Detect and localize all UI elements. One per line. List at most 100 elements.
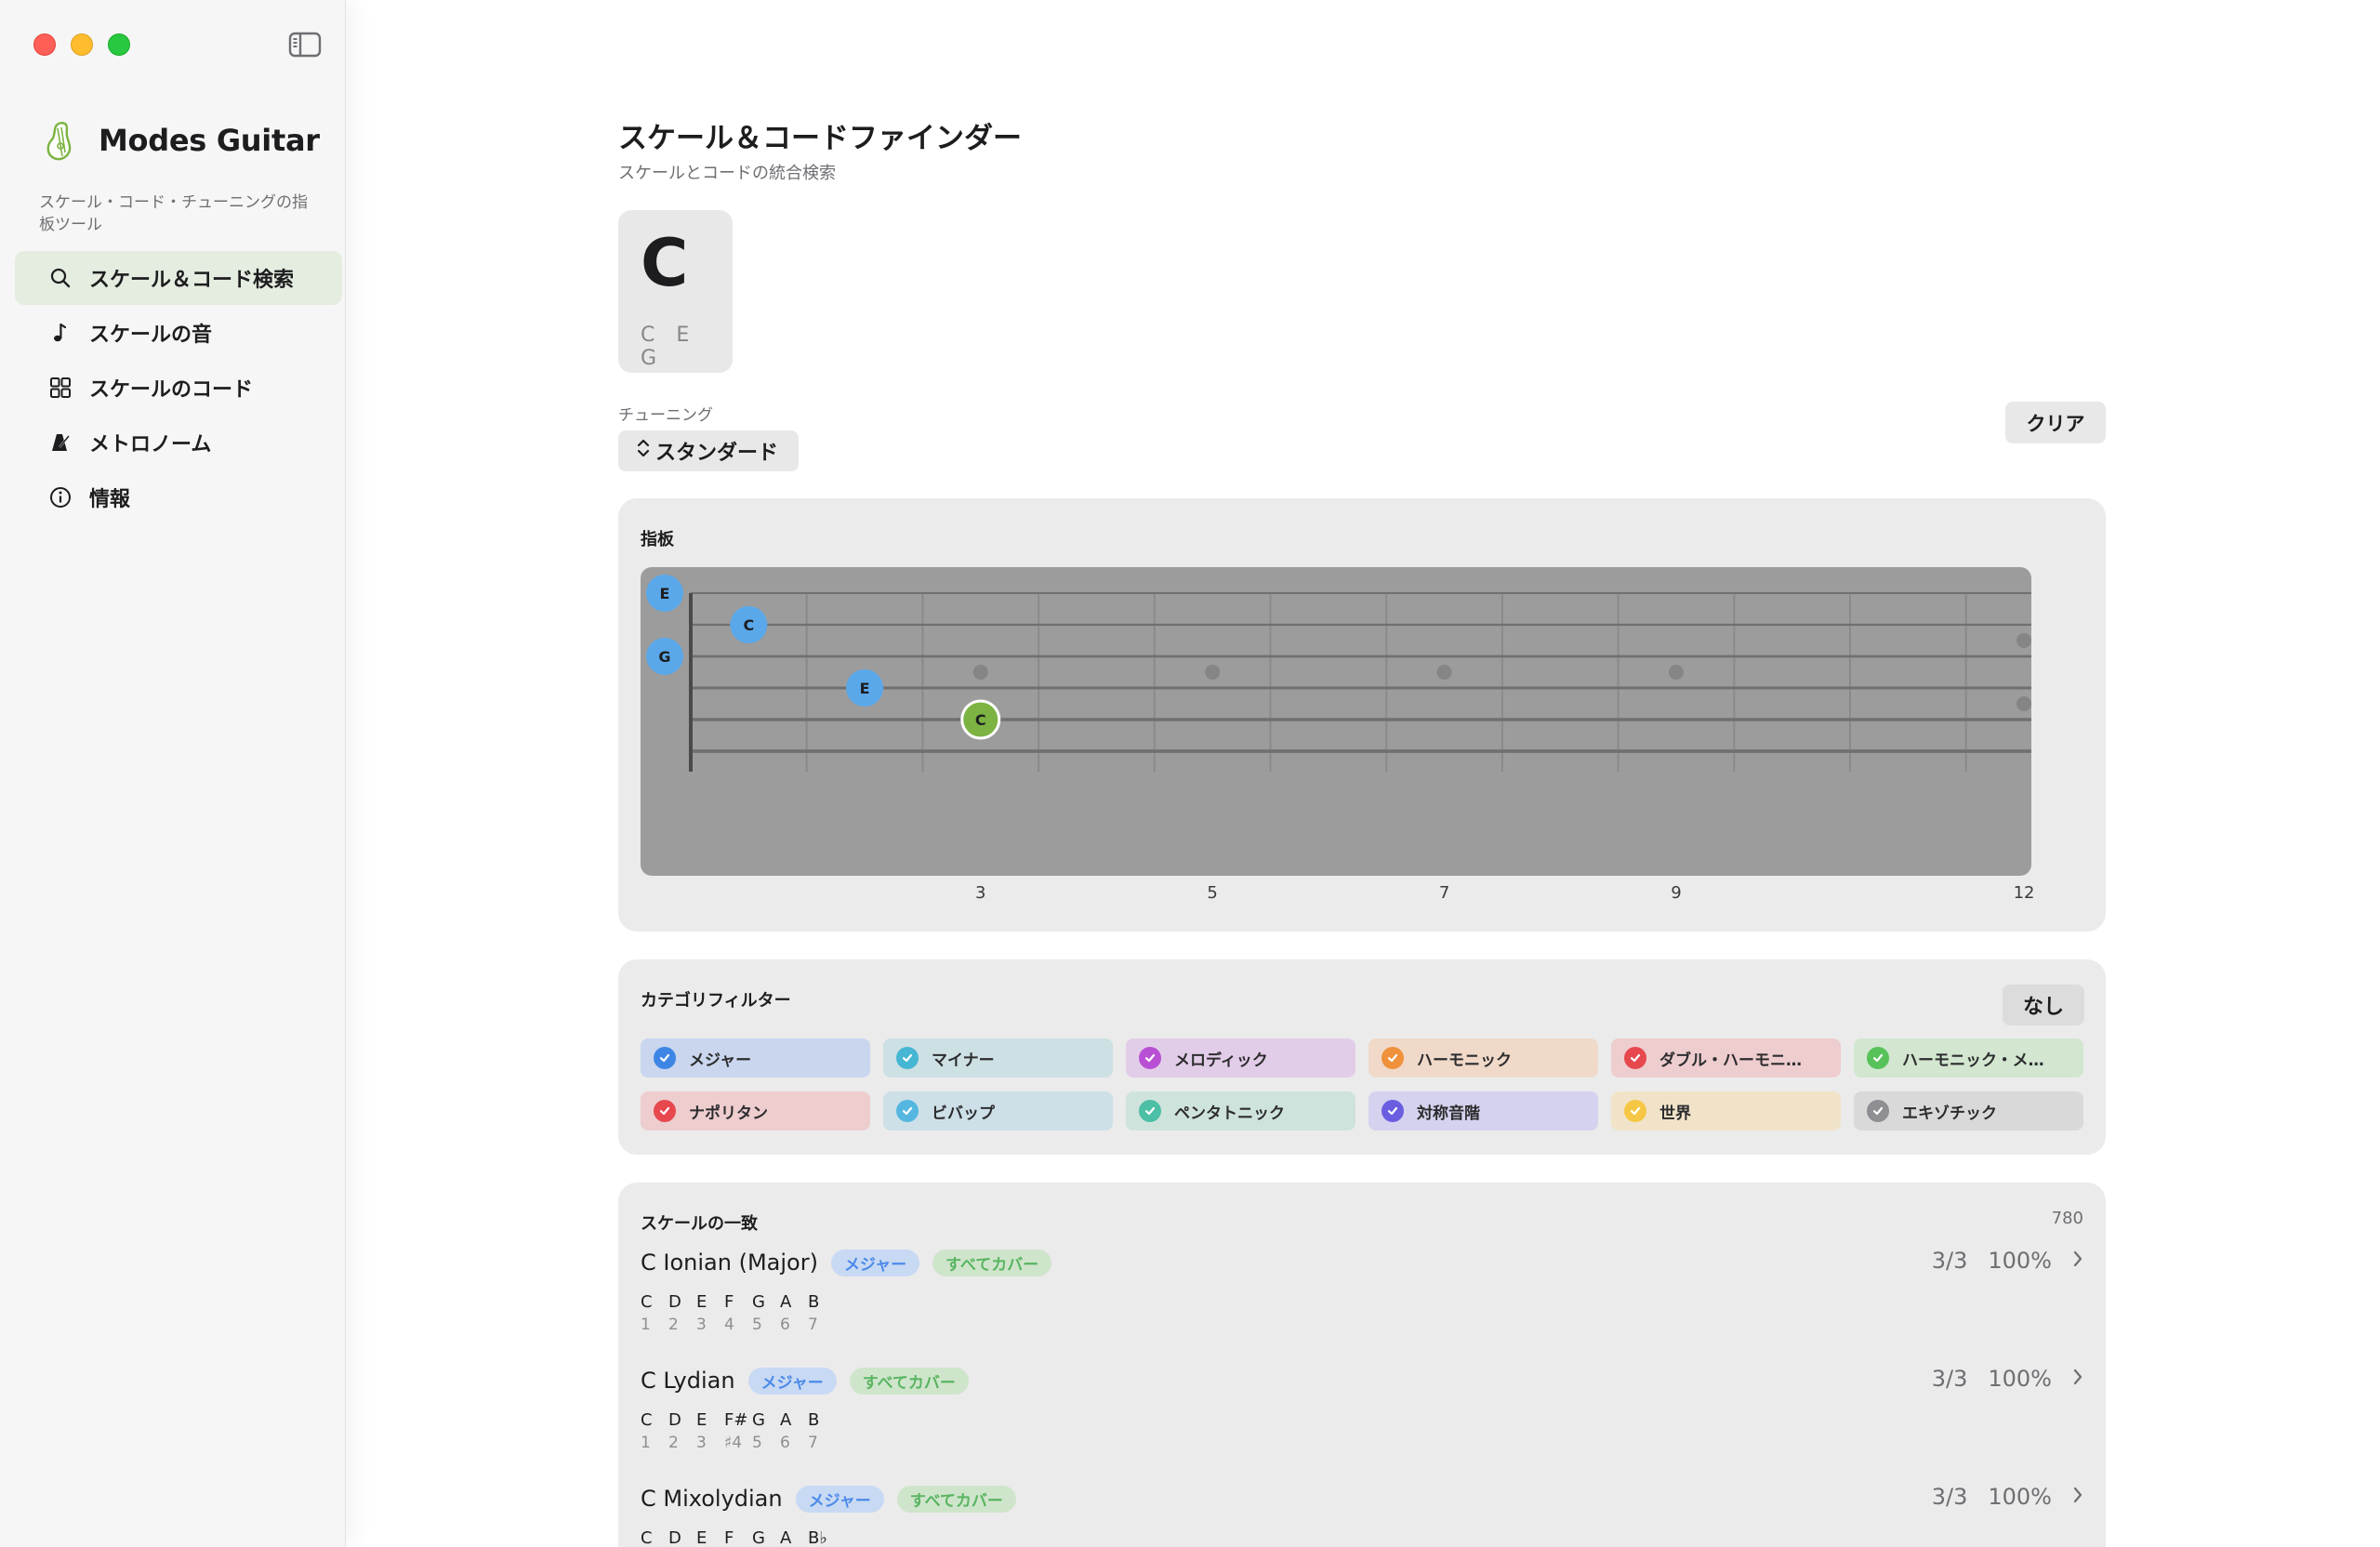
checkmark-icon: [1867, 1047, 1889, 1069]
category-chip-label: ペンタトニック: [1174, 1104, 1285, 1123]
sidebar-item-info[interactable]: 情報: [15, 470, 342, 524]
grid-icon: [48, 376, 73, 400]
note-marker-label: E: [660, 585, 670, 602]
clear-button[interactable]: クリア: [2005, 402, 2106, 443]
scale-note: F#: [724, 1410, 748, 1430]
category-chip[interactable]: ハーモニック・メ…: [1854, 1038, 2083, 1078]
category-badge: メジャー: [830, 1249, 920, 1276]
fretboard[interactable]: E C G E C: [641, 567, 2083, 876]
checkmark-icon: [1624, 1047, 1646, 1069]
chevron-right-icon: [2072, 1484, 2083, 1510]
checkmark-icon: [1382, 1047, 1404, 1069]
info-icon: [48, 485, 73, 509]
app-name: Modes Guitar: [99, 123, 320, 158]
metronome-icon: [48, 430, 73, 455]
sidebar-toggle-icon[interactable]: [288, 32, 322, 58]
scale-note: B♭: [808, 1528, 827, 1547]
note-marker-label: C: [975, 711, 986, 729]
scale-degree: 1: [641, 1316, 651, 1334]
category-chip-label: 対称音階: [1417, 1104, 1480, 1123]
none-button[interactable]: なし: [2003, 985, 2084, 1025]
category-chip-label: ハーモニック・メ…: [1902, 1051, 2044, 1070]
fret-number: 7: [1438, 883, 1450, 903]
tuning-select[interactable]: スタンダード: [618, 430, 800, 471]
category-chip-label: マイナー: [932, 1051, 995, 1070]
sidebar-item-search[interactable]: スケール＆コード検索: [15, 251, 342, 305]
scale-degrees: 1234567: [641, 1316, 2083, 1334]
category-chip[interactable]: ハーモニック: [1368, 1038, 1598, 1078]
scale-notes: C D E F# G A B: [641, 1410, 2083, 1430]
minimize-window-button[interactable]: [71, 33, 93, 56]
scale-degree: 3: [696, 1434, 707, 1452]
scale-note: C: [641, 1410, 653, 1430]
window-controls: [33, 33, 130, 56]
scale-row-header: C Lydian メジャー すべてカバー: [641, 1364, 2083, 1397]
result-count: 780: [2051, 1209, 2083, 1228]
scale-degree: 6: [780, 1434, 790, 1452]
match-count: 3/3: [1931, 1484, 1968, 1510]
scale-degree: 1: [641, 1434, 651, 1452]
category-chip[interactable]: メジャー: [641, 1038, 870, 1078]
fret-number: 5: [1207, 883, 1218, 903]
coverage-badge: すべてカバー: [896, 1485, 1016, 1513]
scale-row[interactable]: C Mixolydianメジャーすべてカバー3/3100%CDEFGAB♭123…: [641, 1482, 2083, 1547]
category-chip[interactable]: ビバップ: [883, 1091, 1113, 1130]
page-title: スケール＆コードファインダー: [618, 122, 1022, 155]
scale-row-header: C Ionian (Major) メジャー すべてカバー: [641, 1246, 2083, 1279]
category-chip[interactable]: エキゾチック: [1854, 1091, 2083, 1130]
fret-inlay-dot: [2016, 696, 2032, 711]
sidebar-item-label: スケールの音: [89, 324, 213, 347]
checkmark-icon: [1139, 1047, 1161, 1069]
category-chip-label: エキゾチック: [1902, 1104, 1997, 1123]
scale-row[interactable]: C Lydian メジャー すべてカバー 3/3 100% C D E F# G A B 1 2 3 ♯4 5 6…: [641, 1364, 2083, 1475]
category-chip[interactable]: ナポリタン: [641, 1091, 870, 1130]
scale-degree: 6: [780, 1316, 790, 1334]
search-icon: [48, 266, 73, 290]
scale-note: D: [668, 1410, 681, 1430]
guitar-logo-icon: [41, 119, 80, 162]
scale-note: B: [808, 1292, 820, 1312]
scale-match-stats: 3/3 100%: [1932, 1366, 2083, 1392]
app-description: スケール・コード・チューニングの指板ツール: [39, 193, 308, 234]
coverage-badge: すべてカバー: [849, 1367, 969, 1395]
scale-degree: 4: [724, 1316, 734, 1334]
scale-degree: 2: [668, 1316, 679, 1334]
scale-note: A: [780, 1528, 792, 1547]
checkmark-icon: [1139, 1100, 1161, 1122]
category-chip[interactable]: ペンタトニック: [1126, 1091, 1355, 1130]
scale-note: G: [752, 1292, 765, 1312]
scale-match-stats: 3/3 100%: [1932, 1484, 2083, 1510]
checkmark-icon: [896, 1100, 919, 1122]
sidebar-item-scale-chords[interactable]: スケールのコード: [15, 361, 342, 415]
category-chip[interactable]: 対称音階: [1368, 1091, 1598, 1130]
scale-name: C Lydian: [641, 1368, 735, 1394]
category-chip[interactable]: ダブル・ハーモニ…: [1611, 1038, 1841, 1078]
close-window-button[interactable]: [33, 33, 56, 56]
category-chip[interactable]: 世界: [1611, 1091, 1841, 1130]
sidebar-item-label: スケール＆コード検索: [89, 269, 295, 292]
fret-numbers: 3 5 7 9 12: [641, 883, 2034, 906]
sidebar-nav: スケール＆コード検索 スケールの音 スケールのコード メトロノーム 情報: [15, 251, 342, 525]
category-chip-label: ダブル・ハーモニ…: [1659, 1051, 1802, 1070]
category-chip-label: メロディック: [1174, 1051, 1268, 1070]
scale-degree: 2: [668, 1434, 679, 1452]
app-brand: Modes Guitar: [41, 119, 320, 162]
fret-inlay-dot: [1436, 665, 1452, 680]
sidebar-item-scale-notes[interactable]: スケールの音: [15, 306, 342, 360]
match-count: 3/3: [1931, 1366, 1968, 1392]
chord-card[interactable]: C C E G: [618, 210, 733, 373]
chord-name: C: [641, 225, 689, 301]
note-marker-label: C: [743, 616, 754, 634]
category-chip[interactable]: マイナー: [883, 1038, 1113, 1078]
zoom-window-button[interactable]: [108, 33, 130, 56]
music-note-icon: [48, 321, 73, 345]
scale-note: A: [780, 1292, 792, 1312]
scale-degree: 5: [752, 1316, 762, 1334]
scale-row[interactable]: C Ionian (Major) メジャー すべてカバー 3/3 100% C D E F G A B…: [641, 1246, 2083, 1357]
scale-note: G: [752, 1528, 765, 1547]
category-chip[interactable]: メロディック: [1126, 1038, 1355, 1078]
scale-note: A: [780, 1410, 792, 1430]
sidebar-item-metronome[interactable]: メトロノーム: [15, 416, 342, 469]
note-marker-label: G: [658, 648, 670, 666]
scale-note: F: [724, 1528, 734, 1547]
